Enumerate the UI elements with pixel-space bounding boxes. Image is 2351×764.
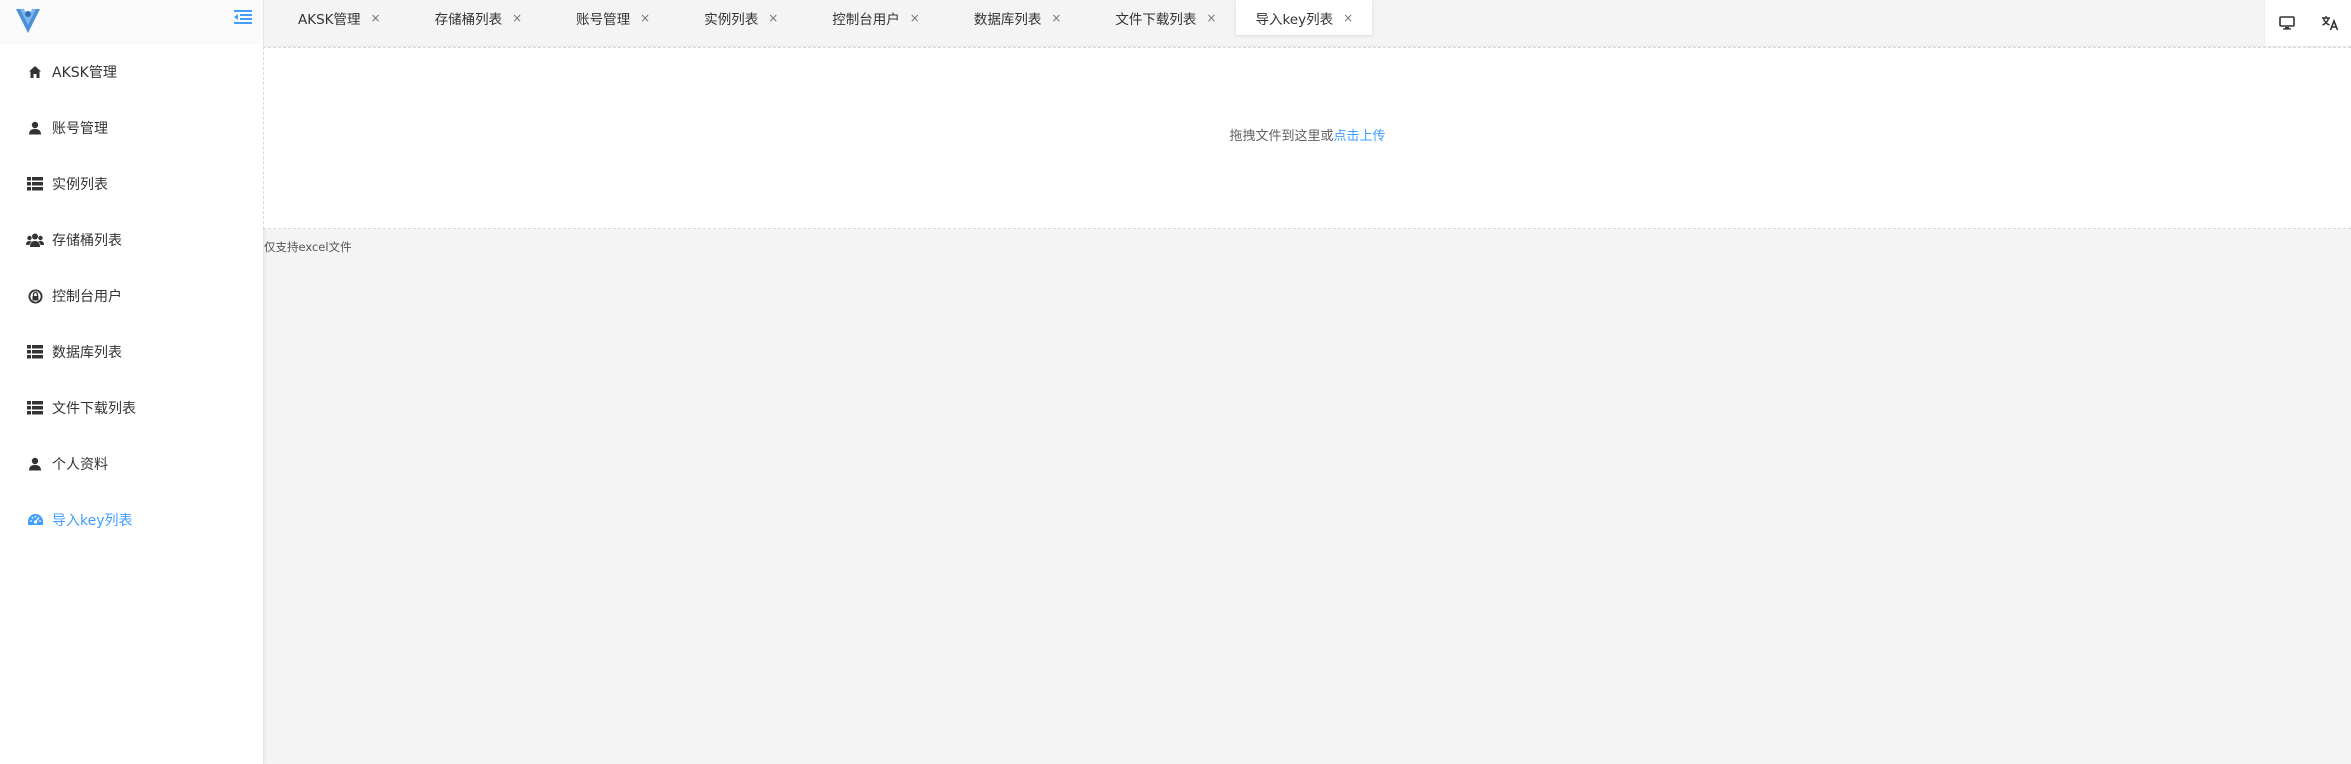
sidebar-header <box>0 0 263 44</box>
header-tools <box>2264 0 2351 46</box>
language-button[interactable] <box>2320 13 2340 33</box>
tab-databases[interactable]: 数据库列表 × <box>940 0 1082 35</box>
sidebar-item-console-users[interactable]: 控制台用户 <box>0 268 263 324</box>
user-icon <box>26 120 44 136</box>
close-icon[interactable]: × <box>512 11 522 25</box>
close-icon[interactable]: × <box>910 11 920 25</box>
sidebar-item-import-keys[interactable]: 导入key列表 <box>0 492 263 548</box>
sidebar-item-buckets[interactable]: 存储桶列表 <box>0 212 263 268</box>
upload-drag-text: 拖拽文件到这里或 <box>1229 129 1334 144</box>
tab-label: 导入key列表 <box>1255 11 1334 28</box>
tab-label: 数据库列表 <box>973 11 1042 28</box>
tab-label: AKSK管理 <box>298 11 361 28</box>
lock-user-icon <box>26 288 44 304</box>
tab-aksk[interactable]: AKSK管理 × <box>264 0 401 35</box>
tab-label: 文件下载列表 <box>1115 11 1197 28</box>
tab-list: AKSK管理 × 存储桶列表 × 账号管理 × 实例列表 × 控制台用户 × 数… <box>264 0 1373 35</box>
home-icon <box>26 64 44 80</box>
sidebar-item-label: 实例列表 <box>52 177 108 193</box>
tab-console-users[interactable]: 控制台用户 × <box>798 0 940 35</box>
monitor-icon <box>2278 16 2295 30</box>
close-icon[interactable]: × <box>768 11 778 25</box>
tab-import-keys[interactable]: 导入key列表 × <box>1236 0 1373 35</box>
list-icon <box>26 344 44 360</box>
sidebar-item-aksk[interactable]: AKSK管理 <box>0 44 263 100</box>
list-icon <box>26 176 44 192</box>
list-icon <box>26 400 44 416</box>
tab-instances[interactable]: 实例列表 × <box>670 0 798 35</box>
sidebar-item-label: 文件下载列表 <box>52 401 136 417</box>
upload-click-link[interactable]: 点击上传 <box>1334 129 1386 144</box>
sidebar-item-databases[interactable]: 数据库列表 <box>0 324 263 380</box>
sidebar: AKSK管理 账号管理 实例列表 存储桶列表 控制台用户 数据库列表 文件下载列… <box>0 0 264 764</box>
upload-prompt: 拖拽文件到这里或点击上传 <box>264 125 2351 144</box>
sidebar-item-label: AKSK管理 <box>52 65 117 81</box>
sidebar-item-label: 个人资料 <box>52 457 108 473</box>
tab-label: 控制台用户 <box>832 11 900 28</box>
sidebar-item-label: 账号管理 <box>52 121 108 137</box>
close-icon[interactable]: × <box>1206 11 1216 25</box>
tab-label: 存储桶列表 <box>434 11 503 28</box>
screen-size-button[interactable] <box>2277 13 2297 33</box>
user-icon <box>26 456 44 472</box>
tab-bar: AKSK管理 × 存储桶列表 × 账号管理 × 实例列表 × 控制台用户 × 数… <box>264 0 2351 47</box>
sidebar-item-label: 控制台用户 <box>52 289 122 305</box>
close-icon[interactable]: × <box>371 11 381 25</box>
close-icon[interactable]: × <box>1343 11 1353 25</box>
close-icon[interactable]: × <box>640 11 650 25</box>
tab-accounts[interactable]: 账号管理 × <box>542 0 670 35</box>
tab-buckets[interactable]: 存储桶列表 × <box>401 0 543 35</box>
menu-collapse-icon[interactable] <box>234 9 252 25</box>
sidebar-item-profile[interactable]: 个人资料 <box>0 436 263 492</box>
translate-icon <box>2321 16 2338 31</box>
upload-tip: 仅支持excel文件 <box>264 240 352 254</box>
logo-icon[interactable] <box>14 5 42 35</box>
tab-label: 账号管理 <box>576 11 631 28</box>
sidebar-item-downloads[interactable]: 文件下载列表 <box>0 380 263 436</box>
users-icon <box>26 232 44 248</box>
close-icon[interactable]: × <box>1051 11 1061 25</box>
upload-dropzone[interactable]: 拖拽文件到这里或点击上传 <box>263 47 2351 229</box>
sidebar-item-instances[interactable]: 实例列表 <box>0 156 263 212</box>
tab-downloads[interactable]: 文件下载列表 × <box>1081 0 1236 35</box>
dashboard-icon <box>26 512 44 528</box>
sidebar-item-label: 导入key列表 <box>52 513 133 529</box>
tab-label: 实例列表 <box>704 11 759 28</box>
sidebar-item-accounts[interactable]: 账号管理 <box>0 100 263 156</box>
sidebar-item-label: 存储桶列表 <box>52 233 122 249</box>
sidebar-item-label: 数据库列表 <box>52 345 122 361</box>
sidebar-menu: AKSK管理 账号管理 实例列表 存储桶列表 控制台用户 数据库列表 文件下载列… <box>0 44 263 548</box>
